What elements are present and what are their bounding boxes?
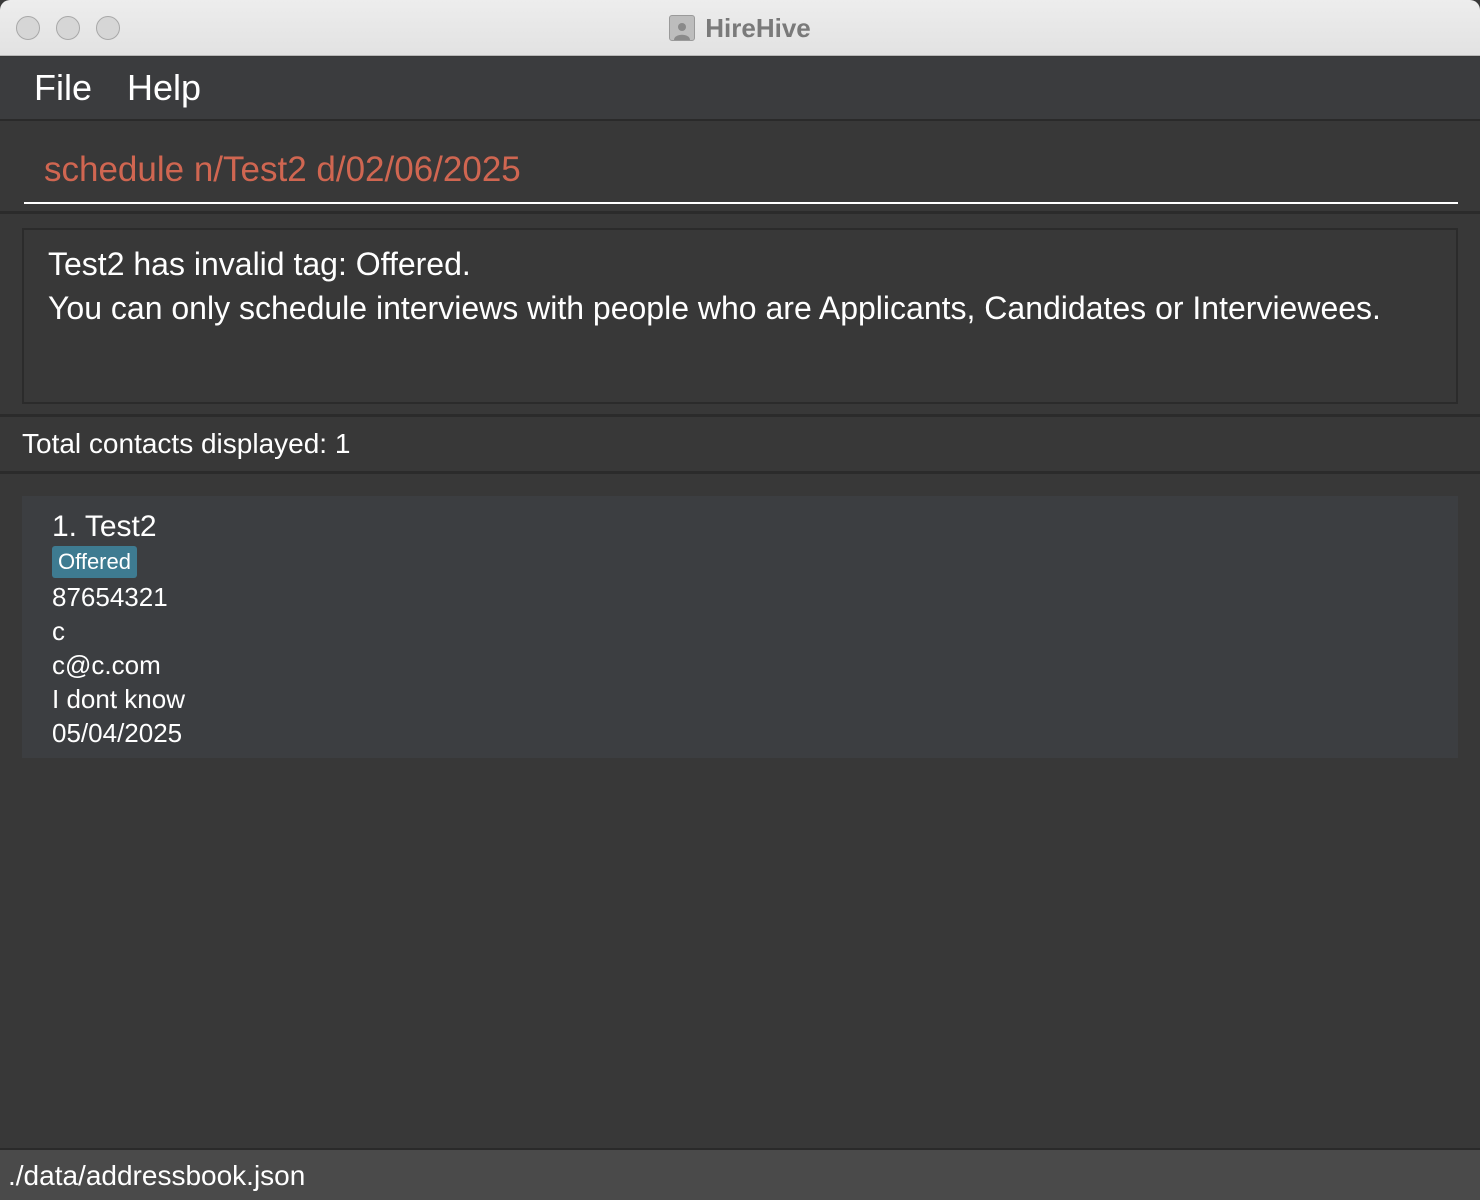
contact-list[interactable]: 1. Test2 Offered 87654321 c c@c.com I do… <box>0 474 1480 1148</box>
result-display: Test2 has invalid tag: Offered. You can … <box>22 228 1458 404</box>
divider <box>0 414 1480 417</box>
contact-note: I dont know <box>52 684 185 714</box>
menu-bar: File Help <box>0 57 1480 121</box>
contacts-app-icon <box>669 15 696 41</box>
data-file-path: ./data/addressbook.json <box>8 1160 306 1191</box>
command-box-pane <box>0 122 1480 214</box>
contact-phone: 87654321 <box>52 582 168 612</box>
command-input[interactable] <box>24 138 1458 204</box>
window-title: HireHive <box>705 12 811 43</box>
result-message: Test2 has invalid tag: Offered. You can … <box>48 242 1438 330</box>
contact-name: 1. Test2 <box>52 510 157 543</box>
contact-address: c <box>52 616 65 646</box>
title-bar: HireHive <box>0 0 1480 56</box>
status-bar: ./data/addressbook.json <box>0 1148 1480 1200</box>
result-line-1: Test2 has invalid tag: Offered. <box>48 246 471 282</box>
contact-tag: Offered <box>52 546 137 578</box>
contact-card[interactable]: 1. Test2 Offered 87654321 c c@c.com I do… <box>22 496 1458 758</box>
contact-email: c@c.com <box>52 650 161 680</box>
menu-help[interactable]: Help <box>127 67 201 109</box>
contacts-count-label: Total contacts displayed: 1 <box>22 428 351 459</box>
contact-date: 05/04/2025 <box>52 718 183 748</box>
menu-file[interactable]: File <box>34 67 92 109</box>
result-line-2: You can only schedule interviews with pe… <box>48 290 1381 326</box>
window-title-group: HireHive <box>0 0 1480 56</box>
app-window: HireHive File Help Test2 has invalid tag… <box>0 0 1480 1200</box>
